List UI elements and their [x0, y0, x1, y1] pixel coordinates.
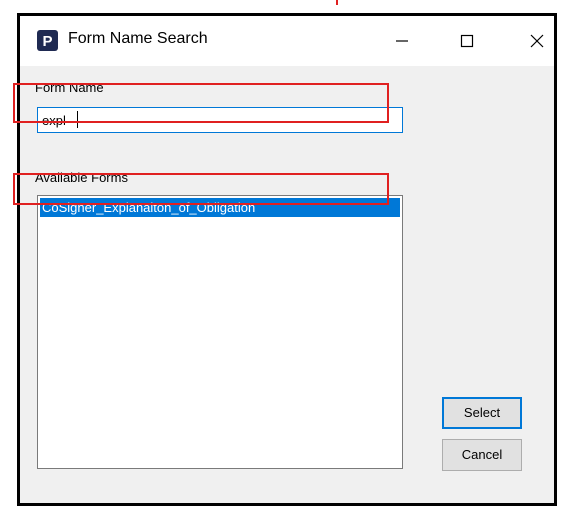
maximize-icon: [460, 34, 474, 48]
minimize-button[interactable]: [389, 28, 415, 54]
svg-text:P: P: [42, 33, 52, 50]
select-button[interactable]: Select: [442, 397, 522, 429]
app-logo-icon: P: [37, 30, 58, 51]
dialog-body: Form Name Available Forms CoSigner_Expla…: [20, 66, 554, 503]
minimize-icon: [396, 40, 408, 42]
maximize-button[interactable]: [454, 28, 480, 54]
annotation-mark: [336, 0, 338, 5]
cancel-button[interactable]: Cancel: [442, 439, 522, 471]
window-title: Form Name Search: [68, 30, 208, 47]
list-item-highlight-box: [13, 173, 389, 205]
form-name-highlight-box: [13, 83, 389, 123]
available-forms-list[interactable]: CoSigner_Explanaiton_of_Obligation: [37, 195, 403, 469]
close-icon: [530, 34, 544, 48]
title-bar[interactable]: P Form Name Search: [20, 16, 554, 66]
close-button[interactable]: [524, 28, 550, 54]
